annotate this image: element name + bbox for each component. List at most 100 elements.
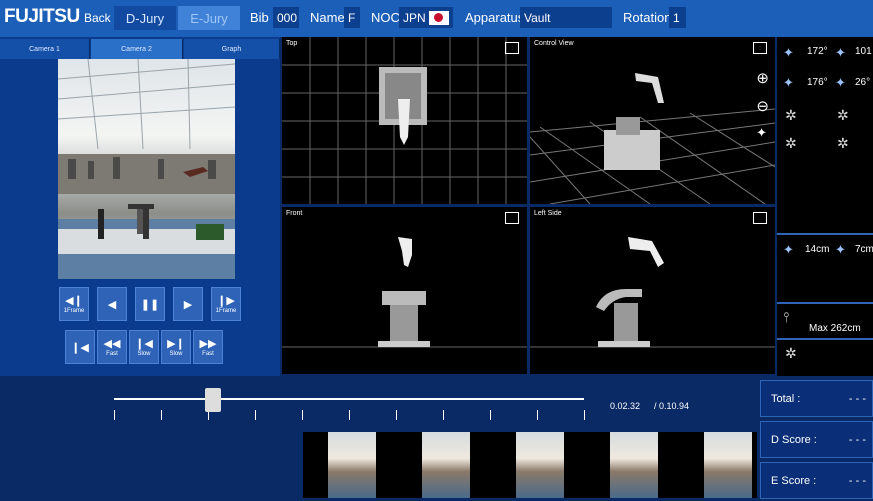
tab-e-jury[interactable]: E-Jury [178,6,240,30]
height-icon: ✦ [835,242,846,257]
name-field[interactable]: F [344,7,360,28]
e-score-row: E Score : - - - [760,462,873,499]
viewport-control-view[interactable]: Control View ⊕ ⊖ ✦ [530,37,775,204]
forward-slow-icon: ▶❙ [167,338,185,350]
apparatus-field[interactable]: Vault [520,7,612,28]
side-scene [530,237,775,348]
rewind-slow-button[interactable]: ❙◀ Slow [129,330,159,364]
measurement-panel: ✦ 172° ✦ 101 ✦ 176° ✦ 26° ✲ ✲ ✲ ✲ ✦ 14cm… [777,37,873,376]
skip-start-button[interactable]: ❙◀ [65,330,95,364]
timeline-track[interactable] [114,398,584,400]
divider [777,233,873,235]
play-button[interactable]: ▶ [173,287,203,321]
maximize-icon[interactable] [505,212,519,224]
angle-1: 172° [807,46,828,57]
japan-flag-icon [428,10,449,25]
timeline-tick [396,410,397,420]
step-back-icon: ◀❙ [65,295,83,307]
pose-icon[interactable]: ✲ [837,107,849,124]
viewport-left-side[interactable]: Left Side [530,207,775,374]
frame-thumbnail[interactable] [328,432,376,498]
button-sublabel: 1Frame [63,308,85,314]
e-score-value: - - - [848,474,866,487]
zoom-out-icon[interactable]: ⊖ [756,97,769,115]
total-time: / 0.10.94 [654,401,690,411]
pose-icon[interactable]: ✲ [837,135,849,152]
pause-icon: ❚❚ [140,298,160,311]
timeline-tick [114,410,115,420]
frame-thumbnail[interactable] [704,432,752,498]
gym-scene [58,59,235,279]
noc-value: JPN [403,10,426,25]
tab-graph[interactable]: Graph [184,39,280,59]
angle-2: 101 [855,46,872,57]
maximize-icon[interactable] [753,212,767,224]
zoom-in-icon[interactable]: ⊕ [756,69,769,87]
viewport-front-title: Front [286,210,303,217]
height-2: 7cm [855,244,873,255]
forward-slow-button[interactable]: ▶❙ Slow [161,330,191,364]
timeline-ticks [114,410,585,422]
timeline-tick [490,410,491,420]
back-label: Back [84,11,111,25]
skip-start-icon: ❙◀ [71,341,89,354]
button-sublabel: Slow [137,351,151,357]
tab-d-jury[interactable]: D-Jury [114,6,176,30]
rewind-fast-icon: ◀◀ [103,338,121,350]
timeline-tick [584,410,585,420]
bib-field[interactable]: 000 [273,7,299,28]
tab-camera-2[interactable]: Camera 2 [91,39,183,59]
playback-controls-row1: ◀❙ 1Frame ◀ ❚❚ ▶ ❙▶ 1Frame [59,287,241,321]
rotation-label: Rotation [623,10,672,25]
pose-icon[interactable]: ✲ [785,135,797,152]
max-height: Max 262cm [809,323,861,334]
maximize-icon[interactable] [505,42,519,54]
pause-button[interactable]: ❚❚ [135,287,165,321]
total-score-row: Total : - - - [760,380,873,417]
timeline: 0.02.32 / 0.10.94 [0,378,757,430]
forward-fast-button[interactable]: ▶▶ Fast [193,330,223,364]
back-button[interactable]: ← Back [66,7,111,29]
maximize-icon[interactable] [753,42,767,54]
rewind-fast-button[interactable]: ◀◀ Fast [97,330,127,364]
tab-camera-1[interactable]: Camera 1 [0,39,90,59]
divider [777,338,873,340]
timeline-tick [349,410,350,420]
frame-thumbnail[interactable] [610,432,658,498]
filmstrip [0,432,757,501]
step-forward-icon: ❙▶ [217,295,235,307]
gymnast-pose-icon: ✦ [835,45,846,60]
noc-label: NOC [371,10,400,25]
timeline-tick [443,410,444,420]
step-back-button[interactable]: ◀❙ 1Frame [59,287,89,321]
frame-thumbnail[interactable] [516,432,564,498]
total-value: - - - [848,392,866,405]
d-score-row: D Score : - - - [760,421,873,458]
rotation-field[interactable]: 1 [669,7,686,28]
play-reverse-button[interactable]: ◀ [97,287,127,321]
height-icon: ✦ [783,242,794,257]
landing-pose-icon: ✲ [785,345,797,361]
button-sublabel: Fast [106,351,118,357]
step-forward-button[interactable]: ❙▶ 1Frame [211,287,241,321]
gymnast-pose-icon: ✦ [835,75,846,90]
noc-field[interactable]: JPN [399,7,453,28]
playback-controls-row2: ❙◀ ◀◀ Fast ❙◀ Slow ▶❙ Slow ▶▶ Fast [65,330,223,364]
viewport-front[interactable]: Front [282,207,527,374]
back-arrow-icon: ← [66,10,80,26]
button-sublabel: Fast [202,351,214,357]
frame-thumbnail[interactable] [422,432,470,498]
bib-label: Bib [250,10,269,25]
d-score-value: - - - [848,433,866,446]
body-pose-icon[interactable]: ✦ [756,125,767,141]
forward-fast-icon: ▶▶ [199,338,217,350]
viewport-top[interactable]: Top [282,37,527,204]
angle-4: 26° [855,77,871,88]
angle-3: 176° [807,77,828,88]
button-sublabel: 1Frame [215,308,237,314]
front-scene [282,237,527,348]
pose-icon[interactable]: ✲ [785,107,797,124]
score-panel: Total : - - - D Score : - - - E Score : … [760,380,873,501]
timeline-scrubber[interactable] [204,388,221,412]
top-grid [282,37,527,204]
